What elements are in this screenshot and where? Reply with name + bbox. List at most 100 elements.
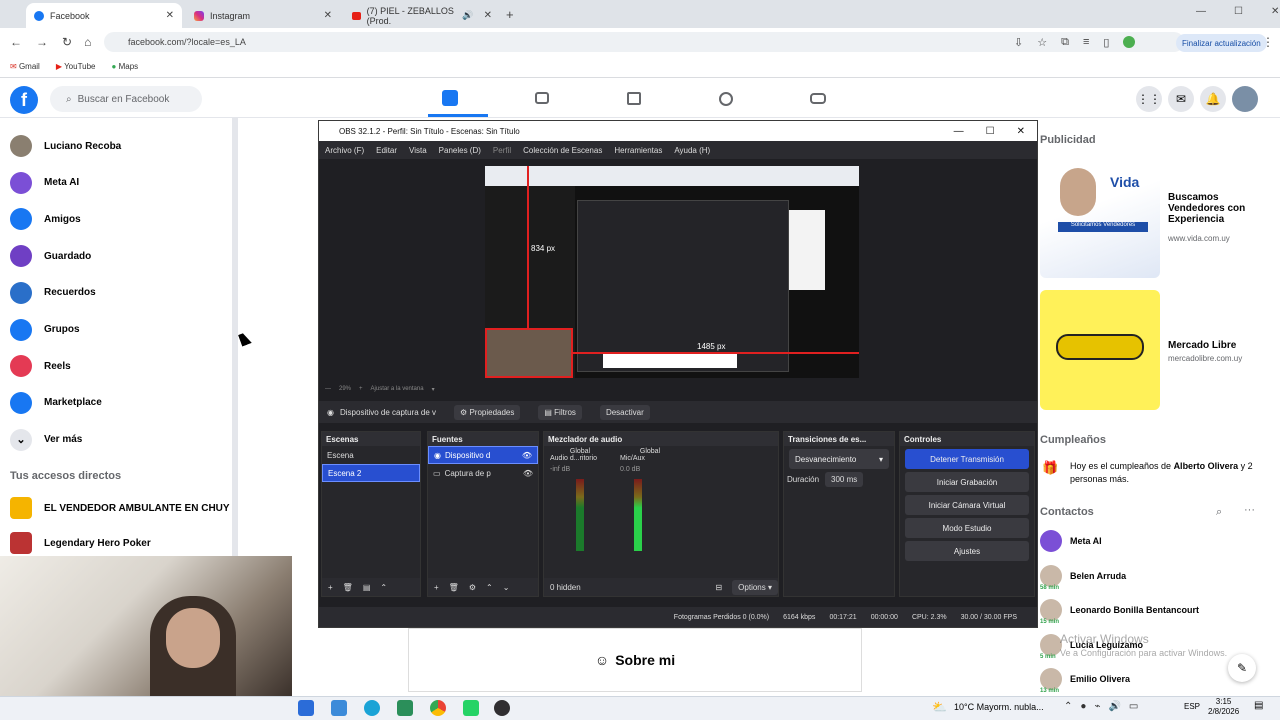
ad-title[interactable]: Mercado Libre	[1168, 340, 1236, 351]
settings-button[interactable]: Ajustes	[905, 541, 1029, 561]
contact-item[interactable]: Meta AI	[1040, 528, 1102, 554]
edge-icon[interactable]	[364, 700, 380, 716]
birthday-text[interactable]: Hoy es el cumpleaños de Alberto Olivera …	[1070, 460, 1266, 486]
search-input[interactable]: ⌕ Buscar en Facebook	[50, 86, 202, 112]
maximize-icon[interactable]: ☐	[1234, 6, 1243, 17]
tab-facebook[interactable]: Facebook ✕	[26, 3, 182, 28]
weather-text[interactable]: 10°C Mayorm. nubla...	[954, 702, 1044, 712]
chrome-icon[interactable]	[430, 700, 446, 716]
start-recording-button[interactable]: Iniciar Grabación	[905, 472, 1029, 492]
messenger-icon[interactable]: ✉	[1168, 86, 1194, 112]
tray-app-icon[interactable]: ●	[1080, 701, 1086, 712]
gaming-nav-icon[interactable]	[810, 93, 826, 104]
profile-icon[interactable]	[1123, 36, 1136, 48]
extensions-icon[interactable]: ⧉	[1061, 36, 1069, 49]
obs-menu-item[interactable]: Paneles (D)	[439, 146, 481, 155]
edge-dev-icon[interactable]	[331, 700, 347, 716]
up-icon[interactable]: ⌃	[380, 583, 387, 592]
filters-button[interactable]: ▤ Filtros	[538, 404, 582, 420]
notifications-icon[interactable]: 🔔	[1200, 86, 1226, 112]
obs-menu-item[interactable]: Colección de Escenas	[523, 146, 602, 155]
marketplace-nav-icon[interactable]	[627, 92, 641, 105]
add-icon[interactable]: +	[328, 583, 333, 592]
sidebar-item[interactable]: Luciano Recoba	[10, 131, 121, 161]
sidepanel-icon[interactable]: ▯	[1103, 36, 1109, 49]
sidebar-item[interactable]: Guardado	[10, 241, 91, 271]
obs-menu-item[interactable]: Ayuda (H)	[674, 146, 710, 155]
fit-window-label[interactable]: Ajustar a la ventana	[371, 386, 424, 392]
up-icon[interactable]: ⌃	[486, 583, 493, 592]
star-icon[interactable]: ☆	[1037, 36, 1047, 49]
source-item-selected[interactable]: ◉ Dispositivo d 👁	[428, 446, 538, 464]
sidebar-item[interactable]: Reels	[10, 351, 71, 381]
sidebar-item[interactable]: ⌄ Ver más	[10, 425, 82, 455]
close-icon[interactable]: ✕	[324, 10, 332, 21]
install-icon[interactable]: ⇩	[1014, 36, 1023, 49]
transition-select[interactable]: Desvanecimiento ▾	[789, 449, 889, 469]
minimize-icon[interactable]: —	[1196, 6, 1206, 17]
groups-nav-icon[interactable]	[719, 92, 733, 106]
sidebar-item[interactable]: Amigos	[10, 204, 81, 234]
menu-grid-icon[interactable]: ⋮⋮	[1136, 86, 1162, 112]
obs-menu-item[interactable]: Vista	[409, 146, 427, 155]
close-icon[interactable]: ✕	[166, 10, 174, 21]
preview-webcam-source[interactable]	[485, 328, 573, 378]
tab-youtube[interactable]: (7) PIEL - ZEBALLOS (Prod. 🔊 ✕	[344, 3, 500, 28]
sidebar-item[interactable]: Marketplace	[10, 388, 102, 418]
profile-about-card[interactable]: ☺ Sobre mi	[408, 628, 862, 692]
close-icon[interactable]: ✕	[484, 10, 492, 21]
shortcut-vendedor[interactable]: EL VENDEDOR AMBULANTE EN CHUY	[10, 493, 230, 523]
sidebar-item[interactable]: Meta AI	[10, 168, 79, 198]
video-nav-icon[interactable]	[535, 92, 549, 104]
sidebar-scrollbar[interactable]	[232, 118, 238, 558]
stop-stream-button[interactable]: Detener Transmisión	[905, 449, 1029, 469]
bookmark-youtube[interactable]: ▶ YouTube	[56, 62, 96, 71]
zoom-in-icon[interactable]: +	[359, 386, 363, 392]
trash-icon[interactable]: 🗑	[343, 583, 353, 592]
down-icon[interactable]: ⌄	[503, 583, 510, 592]
virtual-camera-button[interactable]: Iniciar Cámara Virtual	[905, 495, 1029, 515]
volume-icon[interactable]: 🔊	[1108, 701, 1120, 712]
properties-button[interactable]: ⚙ Propiedades	[454, 404, 521, 420]
ad-title[interactable]: Buscamos Vendedores con Experiencia	[1168, 192, 1268, 225]
eye-icon[interactable]: 👁	[523, 469, 533, 478]
obs-preview[interactable]: 834 px 1485 px	[485, 166, 859, 378]
scene-item[interactable]: Escena	[322, 446, 420, 464]
bookmark-gmail[interactable]: ✉ Gmail	[10, 62, 40, 71]
shortcut-poker[interactable]: Legendary Hero Poker	[10, 528, 151, 558]
home-nav-icon[interactable]	[442, 90, 458, 106]
deactivate-button[interactable]: Desactivar	[599, 404, 650, 420]
media-icon[interactable]: ≡	[1083, 36, 1089, 49]
update-button[interactable]: Finalizar actualización	[1176, 34, 1267, 52]
ad-vida-image[interactable]: Vida Solicitamos Vendedores	[1040, 158, 1160, 278]
notification-center-icon[interactable]: ▤	[1254, 700, 1263, 711]
new-tab-button[interactable]: +	[506, 7, 514, 22]
facebook-logo-icon[interactable]: f	[10, 86, 38, 114]
contact-item[interactable]: Emilio Olivera 13 min	[1040, 666, 1130, 694]
new-message-icon[interactable]: ✎	[1228, 654, 1256, 682]
layout-icon[interactable]: ⊟	[715, 583, 722, 592]
chevron-down-icon[interactable]: ▾	[432, 386, 435, 393]
chevron-up-icon[interactable]: ⌃	[1064, 701, 1072, 712]
clock[interactable]: 3:15 2/8/2026	[1208, 697, 1239, 717]
source-item[interactable]: ▭ Captura de p 👁	[428, 464, 538, 482]
ad-mercadolibre-image[interactable]	[1040, 290, 1160, 410]
sidebar-item[interactable]: Grupos	[10, 315, 80, 345]
more-menu-icon[interactable]: ⋮	[1262, 35, 1274, 49]
scene-item-selected[interactable]: Escena 2	[322, 464, 420, 482]
search-icon[interactable]: ⌕	[1216, 506, 1222, 519]
tab-instagram[interactable]: Instagram ✕	[186, 3, 340, 28]
bookmark-maps[interactable]: ● Maps	[112, 62, 139, 71]
mixer-options-button[interactable]: Options ▾	[732, 579, 778, 595]
sidebar-item[interactable]: Recuerdos	[10, 278, 96, 308]
forward-icon[interactable]: →	[36, 35, 48, 49]
duration-input[interactable]: 300 ms	[825, 472, 864, 487]
contact-item[interactable]: Leonardo Bonilla Bentancourt 15 min	[1040, 597, 1199, 625]
eye-icon[interactable]: 👁	[522, 451, 532, 460]
battery-icon[interactable]: ▭	[1129, 701, 1138, 712]
trash-icon[interactable]: 🗑	[449, 583, 459, 592]
obs-taskbar-icon[interactable]	[494, 700, 510, 716]
filter-icon[interactable]: ▤	[363, 583, 371, 592]
whatsapp-icon[interactable]	[463, 700, 479, 716]
obs-menu-item[interactable]: Herramientas	[614, 146, 662, 155]
